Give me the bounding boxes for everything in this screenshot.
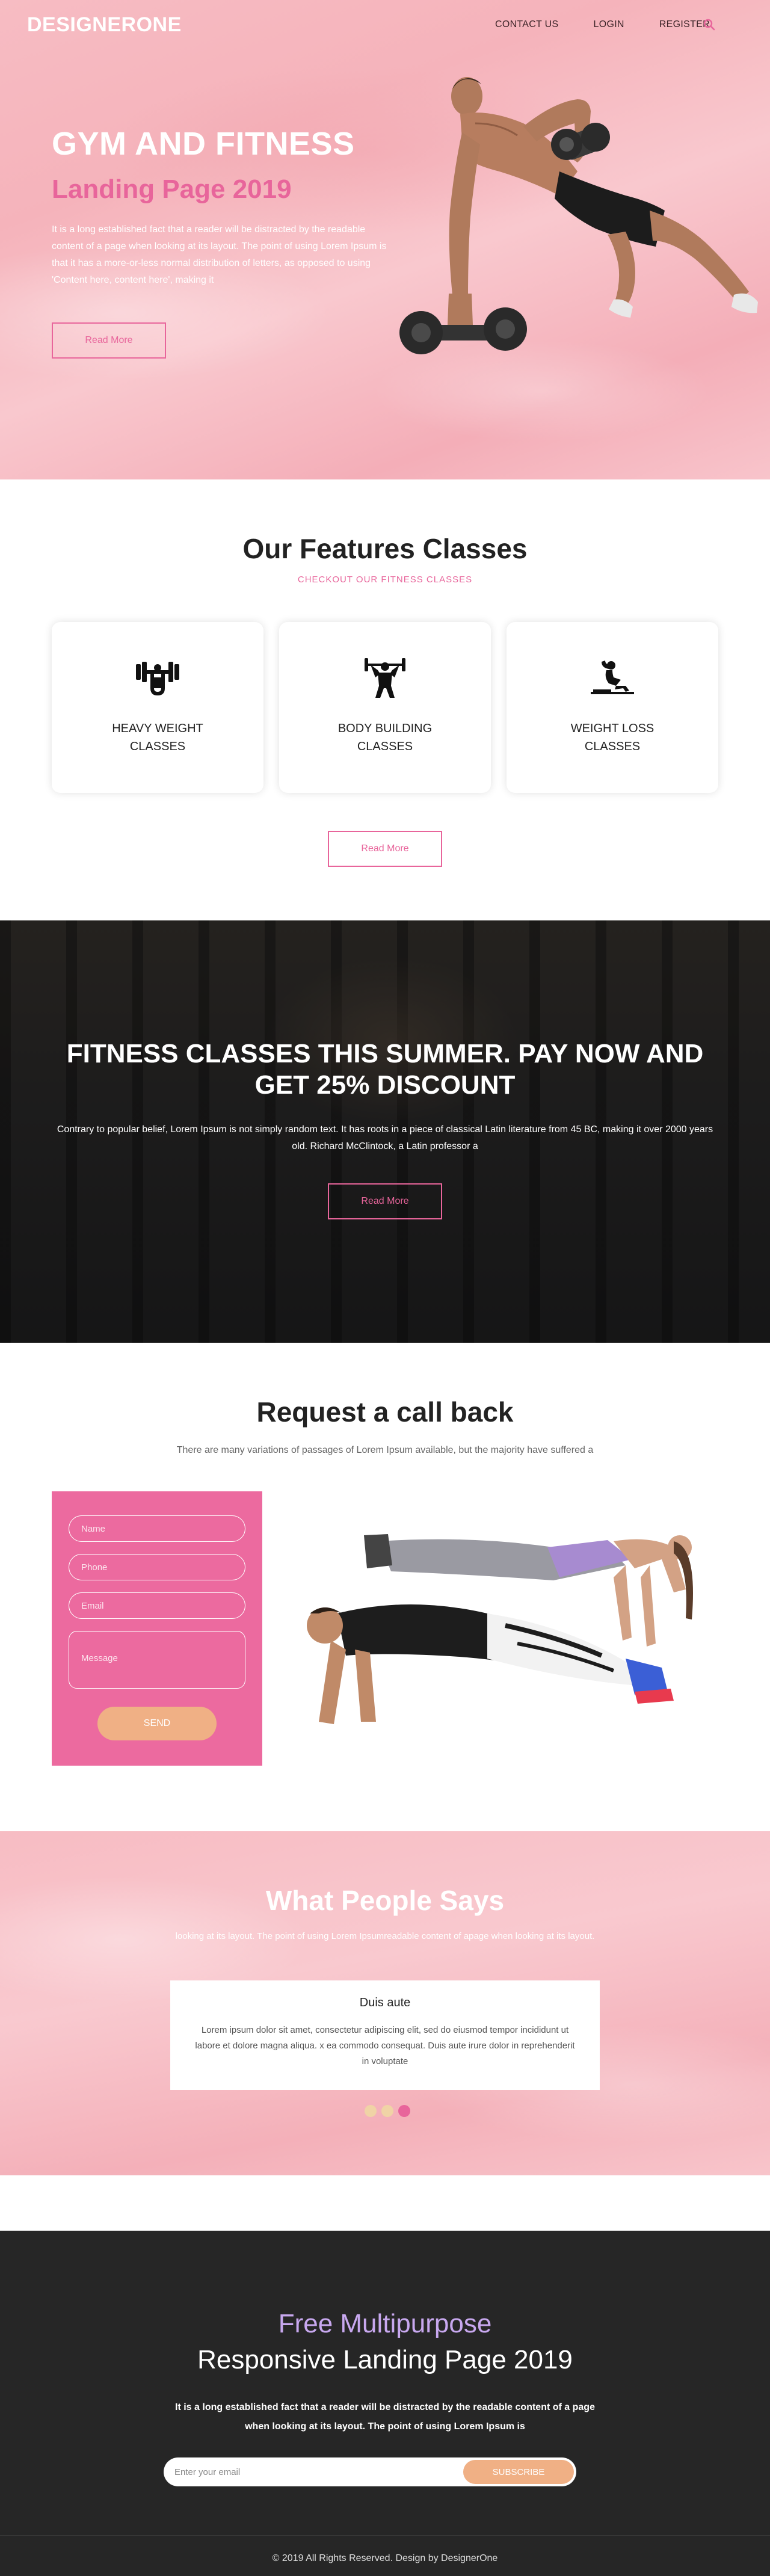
cta-title: Responsive Landing Page 2019 (197, 2345, 573, 2374)
cta-description: It is a long established fact that a rea… (175, 2402, 595, 2432)
promo-description: Contrary to popular belief, Lorem Ipsum … (57, 1124, 713, 1151)
top-navbar: DESIGNERONE CONTACT US LOGIN REGISTER (0, 0, 770, 48)
testimonial-author: Duis aute (359, 1996, 411, 2009)
promo-read-more-button[interactable]: Read More (328, 1183, 442, 1219)
phone-field[interactable] (69, 1554, 245, 1580)
footer-cta-section: Free Multipurpose Responsive Landing Pag… (0, 2231, 770, 2576)
testimonials-title: What People Says (265, 1885, 505, 1916)
carousel-dot-3[interactable] (398, 2105, 410, 2117)
athlete-pushup-image (399, 77, 758, 354)
hero-read-more-button[interactable]: Read More (52, 322, 166, 359)
hero-description: It is a long established fact that a rea… (52, 224, 387, 285)
hero-subtitle: Landing Page 2019 (52, 174, 292, 204)
promo-section: FITNESS CLASSES THIS SUMMER. PAY NOW AND… (0, 920, 770, 1343)
feature-card-label: WEIGHT LOSS CLASSES (570, 722, 654, 753)
features-read-more-button[interactable]: Read More (328, 831, 442, 867)
features-title: Our Features Classes (242, 533, 528, 564)
testimonials-subtitle: looking at its layout. The point of usin… (175, 1931, 595, 1941)
callback-section: Request a call back There are many varia… (0, 1343, 770, 1831)
carousel-dot-2[interactable] (381, 2105, 393, 2117)
testimonial-quote: Lorem ipsum dolor sit amet, consectetur … (195, 2025, 575, 2066)
nav-login[interactable]: LOGIN (594, 19, 624, 30)
name-field[interactable] (69, 1515, 245, 1542)
promo-title: FITNESS CLASSES THIS SUMMER. PAY NOW AND… (66, 1039, 704, 1100)
hero-section: DESIGNERONE CONTACT US LOGIN REGISTER GY… (0, 0, 770, 479)
hero-title: GYM AND FITNESS (52, 126, 355, 162)
subscribe-email-input[interactable] (174, 2457, 457, 2486)
nav-links: CONTACT US LOGIN REGISTER (495, 19, 710, 30)
nav-contact-us[interactable]: CONTACT US (495, 19, 559, 30)
callback-title: Request a call back (256, 1396, 514, 1428)
features-subtitle: CHECKOUT OUR FITNESS CLASSES (297, 575, 473, 585)
send-button[interactable]: SEND (97, 1707, 217, 1740)
feature-card-label: HEAVY WEIGHT CLASSES (112, 722, 203, 753)
footer-divider (0, 2535, 770, 2536)
callback-form: SEND (52, 1491, 262, 1766)
email-field[interactable] (69, 1592, 245, 1619)
search-icon[interactable] (703, 18, 716, 31)
section-spacer (0, 2175, 770, 2231)
weightlifter-icon (136, 662, 179, 695)
copyright-text: © 2019 All Rights Reserved. Design by De… (272, 2553, 498, 2563)
message-field[interactable] (69, 1631, 245, 1689)
features-section: Our Features Classes CHECKOUT OUR FITNES… (0, 479, 770, 920)
partner-workout-image (307, 1534, 693, 1724)
site-logo[interactable]: DESIGNERONE (27, 13, 182, 37)
cta-kicker: Free Multipurpose (278, 2309, 492, 2338)
subscribe-form: SUBSCRIBE (164, 2457, 576, 2486)
carousel-dot-1[interactable] (365, 2105, 377, 2117)
situp-icon (591, 661, 634, 694)
carousel-dots (365, 2105, 410, 2117)
bodybuilder-icon (365, 658, 405, 698)
testimonial-card: Duis aute Lorem ipsum dolor sit amet, co… (170, 1980, 600, 2090)
feature-card-body-building[interactable]: BODY BUILDING CLASSES (279, 622, 491, 793)
subscribe-button[interactable]: SUBSCRIBE (463, 2460, 574, 2484)
callback-subtitle: There are many variations of passages of… (176, 1445, 594, 1455)
feature-card-heavy-weight[interactable]: HEAVY WEIGHT CLASSES (52, 622, 263, 793)
feature-card-label: BODY BUILDING CLASSES (337, 722, 433, 753)
feature-card-weight-loss[interactable]: WEIGHT LOSS CLASSES (507, 622, 718, 793)
testimonials-section: What People Says looking at its layout. … (0, 1831, 770, 2175)
